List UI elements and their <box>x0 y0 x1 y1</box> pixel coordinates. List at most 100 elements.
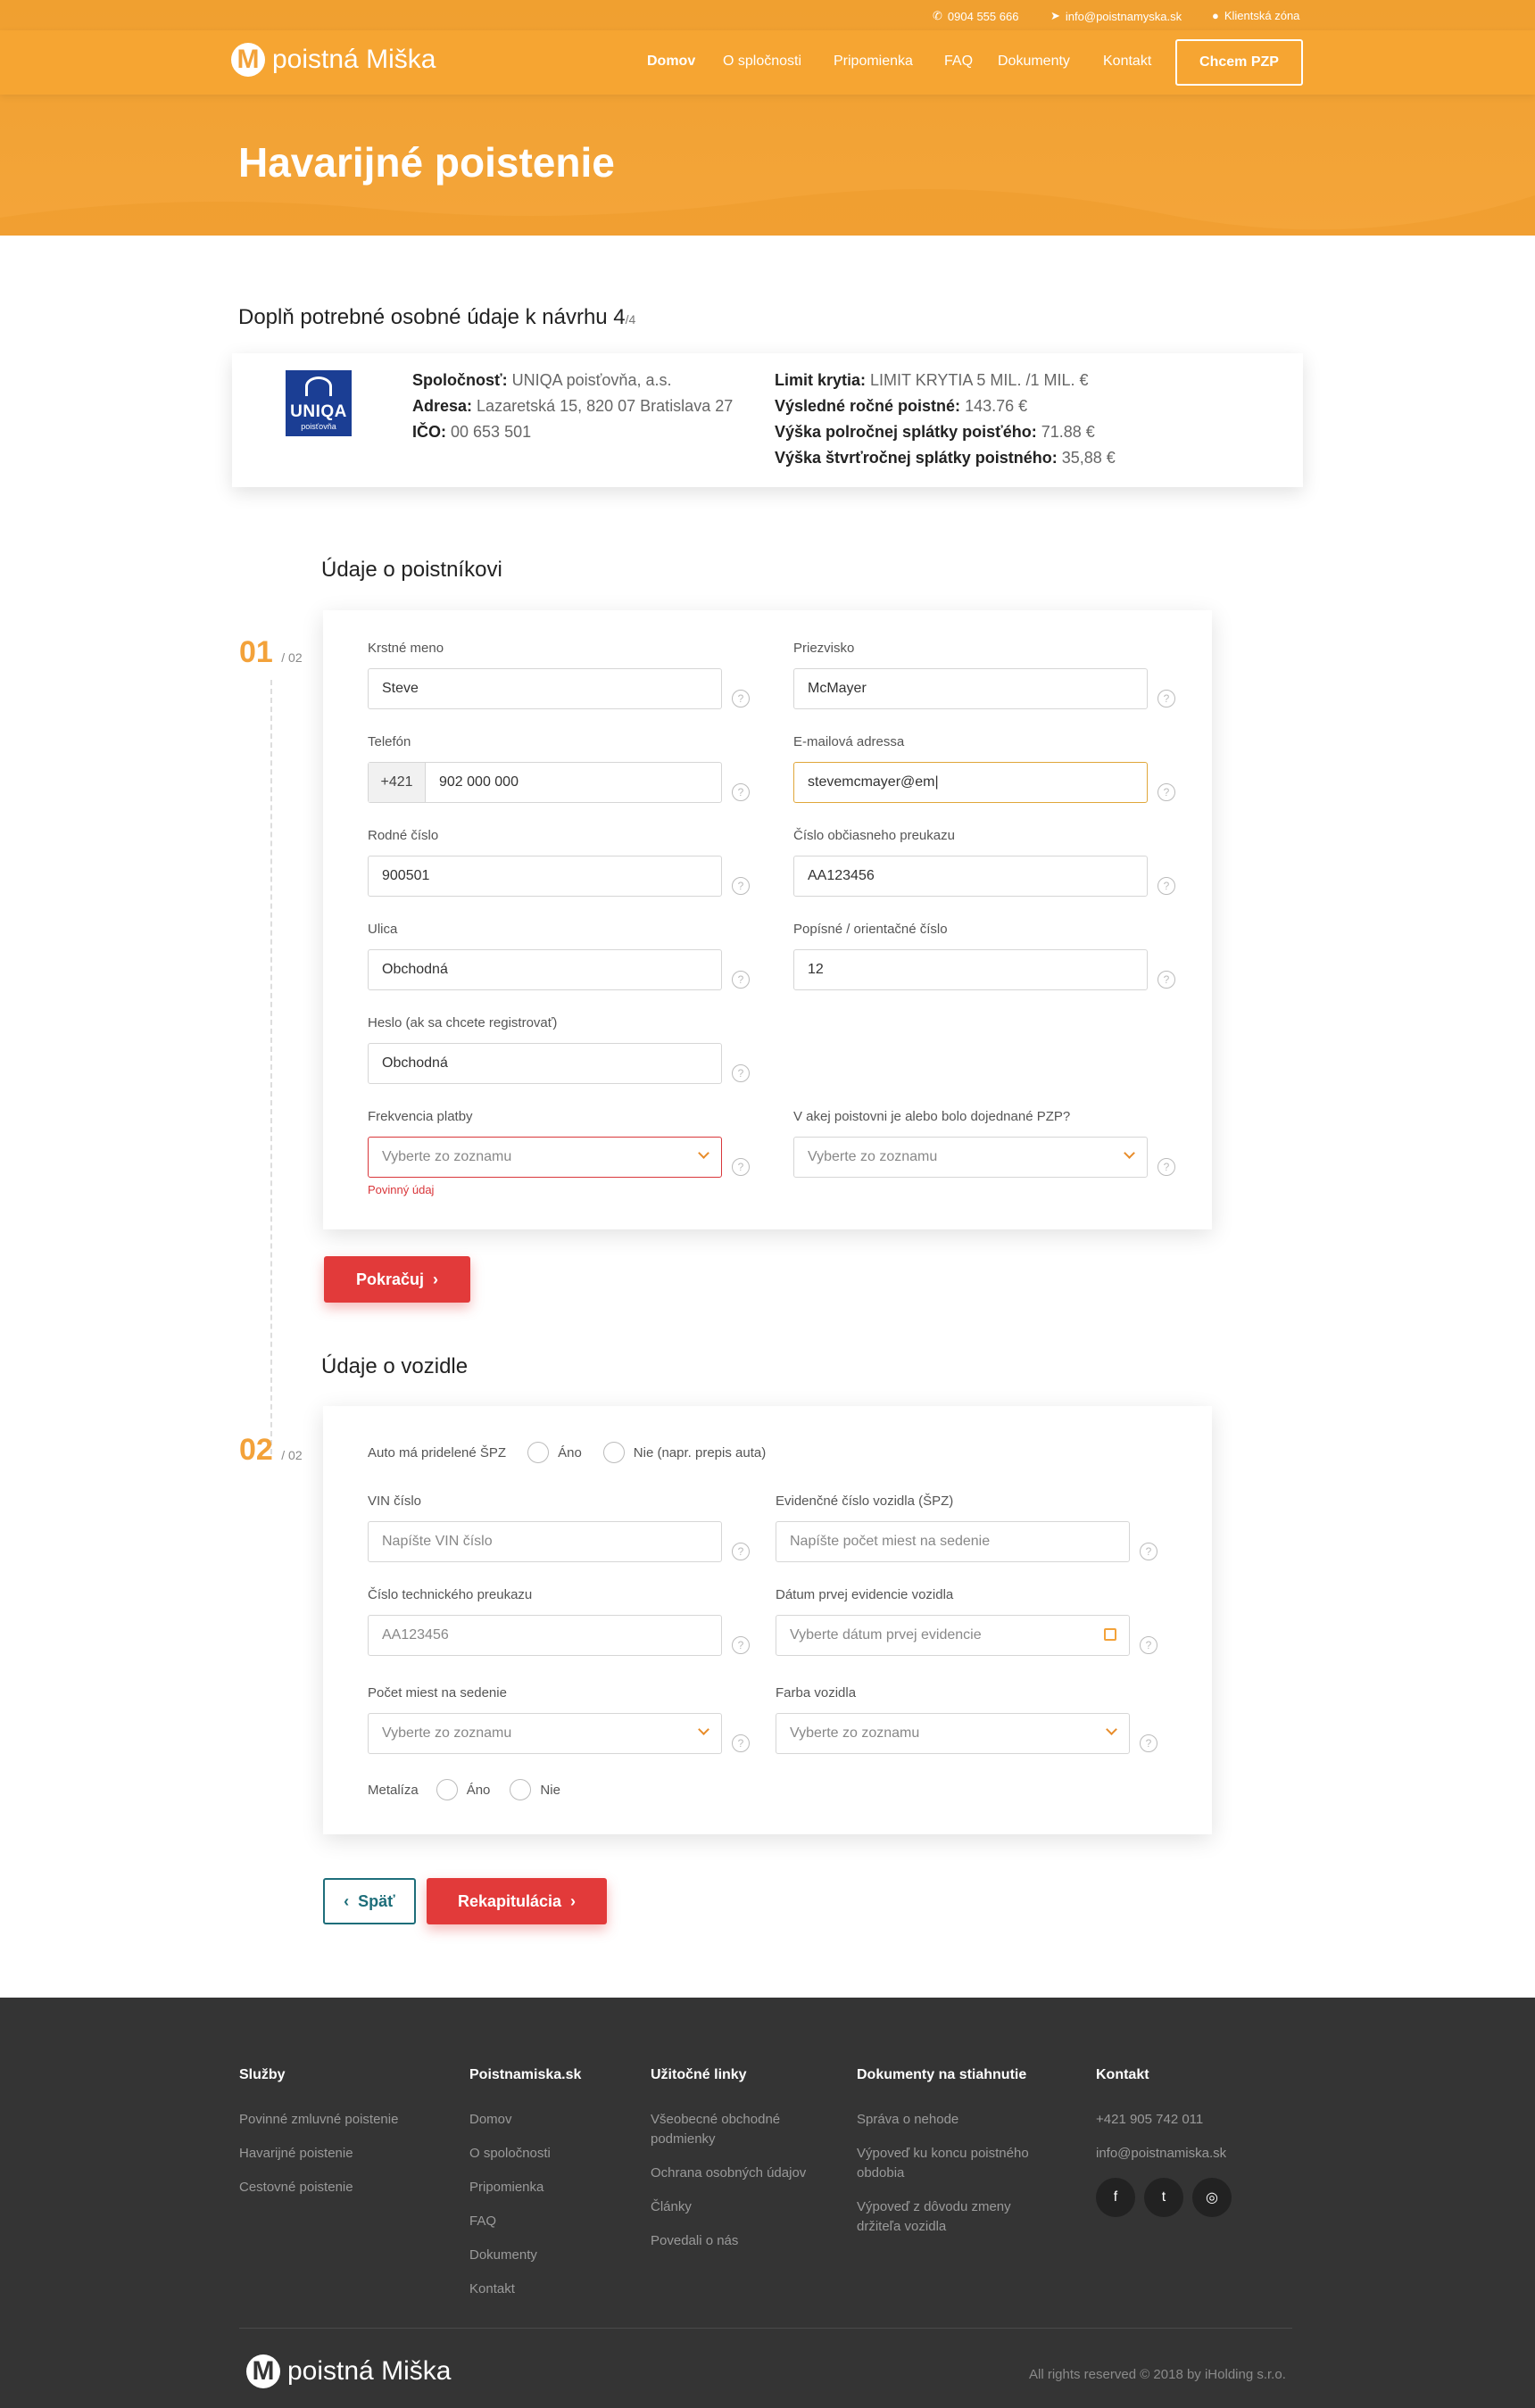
footer-email[interactable]: info@poistnamiska.sk <box>1096 2144 1232 2164</box>
step-number-1: 01 / 02 <box>239 635 303 669</box>
topbar-client-zone[interactable]: ● Klientská zóna <box>1212 9 1299 22</box>
help-icon[interactable]: ? <box>1157 690 1175 708</box>
footer-link[interactable]: Povinné zmluvné poistenie <box>239 2110 398 2130</box>
footer-link[interactable]: Výpoveď ku koncu poistného obdobia <box>857 2144 1035 2183</box>
plate-input[interactable]: Napíšte počet miest na sedenie <box>776 1521 1130 1562</box>
help-icon[interactable]: ? <box>732 877 750 895</box>
topbar-email[interactable]: ➤ info@poistnamyska.sk <box>1050 9 1182 23</box>
footer-link[interactable]: Ochrana osobných údajov <box>651 2164 829 2183</box>
vin-input[interactable]: Napíšte VIN číslo <box>368 1521 722 1562</box>
chevron-down-icon <box>1106 1724 1117 1735</box>
chevron-down-icon <box>1124 1147 1135 1159</box>
help-icon[interactable]: ? <box>1140 1734 1157 1752</box>
nav-item-kontakt[interactable]: Kontakt <box>1103 54 1151 70</box>
help-icon[interactable]: ? <box>1157 877 1175 895</box>
instagram-icon[interactable]: ◎ <box>1192 2178 1232 2217</box>
recap-button[interactable]: Rekapitulácia › <box>427 1878 607 1924</box>
social-links: f t ◎ <box>1096 2178 1232 2217</box>
help-icon[interactable]: ? <box>732 1158 750 1176</box>
password-input[interactable]: Obchodná <box>368 1043 722 1084</box>
vin-field: VIN číslo Napíšte VIN číslo <box>368 1494 722 1562</box>
help-icon[interactable]: ? <box>732 783 750 801</box>
id-card-input[interactable]: AA123456 <box>793 856 1148 897</box>
help-icon[interactable]: ? <box>732 1064 750 1082</box>
logo-mark-icon: M <box>246 2354 280 2388</box>
footer-link[interactable]: Dokumenty <box>469 2246 581 2265</box>
seats-field: Počet miest na sedenie Vyberte zo zoznam… <box>368 1685 722 1754</box>
section-title-policyholder: Údaje o poistníkovi <box>321 558 502 582</box>
insurer-info: Spoločnosť: UNIQA poisťovňa, a.s. Adresa… <box>412 371 734 441</box>
policyholder-card: Krstné meno Steve ? Priezvisko McMayer ?… <box>323 610 1212 1229</box>
footer-logo[interactable]: M poistná Miška <box>246 2354 451 2388</box>
id-card-field: Číslo občiasneho preukazu AA123456 <box>793 828 1148 897</box>
help-icon[interactable]: ? <box>1157 971 1175 989</box>
error-message: Povinný údaj <box>368 1183 435 1196</box>
footer-link[interactable]: Správa o nehode <box>857 2110 1035 2130</box>
help-icon[interactable]: ? <box>732 1543 750 1560</box>
help-icon[interactable]: ? <box>732 1734 750 1752</box>
footer: Služby Povinné zmluvné poistenie Havarij… <box>0 1998 1535 2408</box>
chevron-down-icon <box>698 1724 709 1735</box>
tech-card-input[interactable]: AA123456 <box>368 1615 722 1656</box>
send-icon: ➤ <box>1050 9 1060 22</box>
payment-frequency-select[interactable]: Vyberte zo zoznamu <box>368 1137 722 1178</box>
back-button[interactable]: ‹ Späť <box>323 1878 416 1924</box>
house-number-input[interactable]: 12 <box>793 949 1148 990</box>
email-field: E-mailová adressa stevemcmayer@em| <box>793 734 1148 803</box>
footer-divider <box>239 2328 1292 2329</box>
footer-link[interactable]: FAQ <box>469 2212 581 2231</box>
first-registration-field: Dátum prvej evidencie vozidla Vyberte dá… <box>776 1587 1130 1656</box>
last-name-input[interactable]: McMayer <box>793 668 1148 709</box>
nav-item-faq[interactable]: FAQ <box>944 54 973 70</box>
help-icon[interactable]: ? <box>732 1636 750 1654</box>
street-input[interactable]: Obchodná <box>368 949 722 990</box>
metallic-no-radio[interactable] <box>510 1779 532 1800</box>
nav-item-domov[interactable]: Domov <box>647 54 695 70</box>
chevron-left-icon: ‹ <box>344 1891 350 1910</box>
footer-link[interactable]: Domov <box>469 2110 581 2130</box>
footer-link[interactable]: Všeobecné obchodné podmienky <box>651 2110 829 2149</box>
logo-mark-icon: M <box>231 43 265 77</box>
nav-item-dokumenty[interactable]: Dokumenty <box>998 54 1070 70</box>
plate-no-radio[interactable] <box>602 1442 625 1463</box>
step-number-2: 02 / 02 <box>239 1433 303 1467</box>
continue-button[interactable]: Pokračuj › <box>324 1256 470 1303</box>
footer-link[interactable]: Pripomienka <box>469 2178 581 2197</box>
color-select[interactable]: Vyberte zo zoznamu <box>776 1713 1130 1754</box>
plate-yes-radio[interactable] <box>527 1442 550 1463</box>
nav-item-o-spolocnosti[interactable]: O spločnosti <box>723 54 801 70</box>
help-icon[interactable]: ? <box>732 971 750 989</box>
footer-link[interactable]: Cestovné poistenie <box>239 2178 398 2197</box>
seats-select[interactable]: Vyberte zo zoznamu <box>368 1713 722 1754</box>
email-input[interactable]: stevemcmayer@em| <box>793 762 1148 803</box>
footer-link[interactable]: Články <box>651 2197 829 2217</box>
nav-item-pripomienka[interactable]: Pripomienka <box>834 54 913 70</box>
chcem-pzp-button[interactable]: Chcem PZP <box>1175 39 1303 86</box>
footer-link[interactable]: O spoločnosti <box>469 2144 581 2164</box>
plate-field: Evidenčné číslo vozidla (ŠPZ) Napíšte po… <box>776 1494 1130 1562</box>
section-title-vehicle: Údaje o vozidle <box>321 1354 469 1378</box>
topbar-phone[interactable]: ✆ 0904 555 666 <box>933 9 1018 23</box>
phone-input[interactable]: +421 902 000 000 <box>368 762 722 803</box>
footer-link[interactable]: Havarijné poistenie <box>239 2144 398 2164</box>
footer-phone[interactable]: +421 905 742 011 <box>1096 2110 1232 2130</box>
phone-field: Telefón +421 902 000 000 <box>368 734 722 803</box>
form-header: Doplň potrebné osobné údaje k návrhu 4/4 <box>238 305 636 329</box>
facebook-icon[interactable]: f <box>1096 2178 1135 2217</box>
twitter-icon[interactable]: t <box>1144 2178 1183 2217</box>
birth-number-input[interactable]: 900501 <box>368 856 722 897</box>
help-icon[interactable]: ? <box>732 690 750 708</box>
previous-insurer-select[interactable]: Vyberte zo zoznamu <box>793 1137 1148 1178</box>
footer-link[interactable]: Povedali o nás <box>651 2231 829 2251</box>
help-icon[interactable]: ? <box>1157 783 1175 801</box>
metallic-yes-radio[interactable] <box>436 1779 458 1800</box>
first-registration-datepicker[interactable]: Vyberte dátum prvej evidencie <box>776 1615 1130 1656</box>
help-icon[interactable]: ? <box>1140 1636 1157 1654</box>
first-name-input[interactable]: Steve <box>368 668 722 709</box>
help-icon[interactable]: ? <box>1157 1158 1175 1176</box>
help-icon[interactable]: ? <box>1140 1543 1157 1560</box>
logo[interactable]: M poistná Miška <box>231 43 436 77</box>
footer-link[interactable]: Kontakt <box>469 2280 581 2299</box>
footer-link[interactable]: Výpoveď z dôvodu zmeny držiteľa vozidla <box>857 2197 1035 2237</box>
birth-number-field: Rodné číslo 900501 <box>368 828 722 897</box>
